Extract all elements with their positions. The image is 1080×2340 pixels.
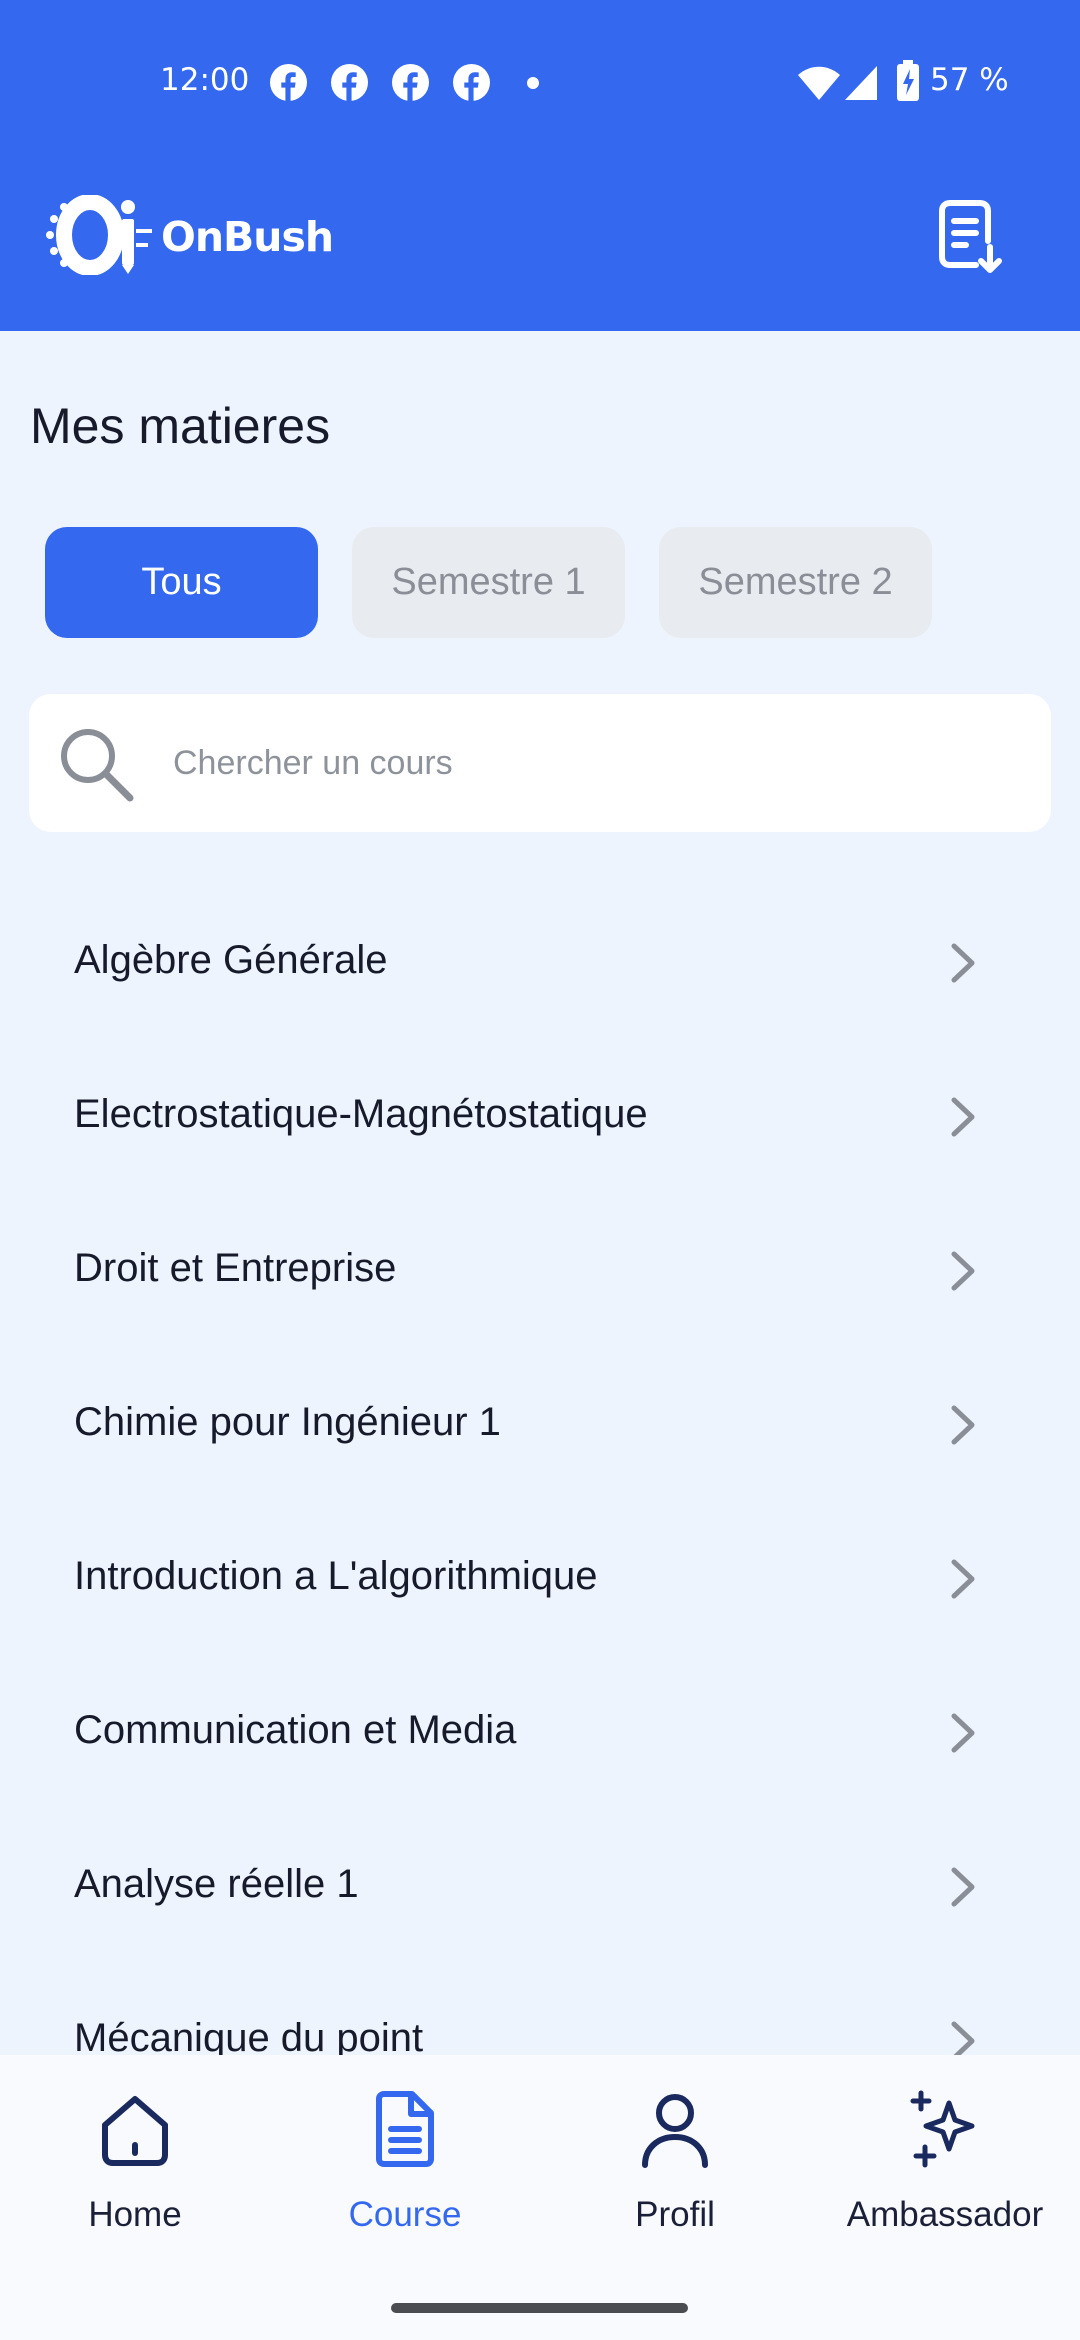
chevron-right-icon <box>951 1405 975 1445</box>
page-title: Mes matieres <box>30 398 331 454</box>
search-input[interactable] <box>171 694 1011 832</box>
nav-home[interactable]: Home <box>0 2055 270 2285</box>
chevron-right-icon <box>951 1559 975 1599</box>
search-icon <box>61 729 134 802</box>
battery-percentage: 57 % <box>930 62 1009 98</box>
course-label: Introduction a L'algorithmique <box>74 1554 598 1598</box>
course-item[interactable]: Chimie pour Ingénieur 1 <box>0 1350 1080 1504</box>
tab-semestre-1[interactable]: Semestre 1 <box>352 527 625 638</box>
tab-tous[interactable]: Tous <box>45 527 318 638</box>
user-icon <box>642 2094 708 2168</box>
notification-dot-icon <box>527 77 539 89</box>
course-item[interactable]: Communication et Media <box>0 1658 1080 1812</box>
nav-ambassador[interactable]: Ambassador <box>810 2055 1080 2285</box>
status-time: 12:00 <box>160 62 250 98</box>
bottom-navigation: Home Course Profil Ambassador <box>0 2055 1080 2340</box>
tab-semestre-2[interactable]: Semestre 2 <box>659 527 932 638</box>
course-label: Analyse réelle 1 <box>74 1862 359 1906</box>
facebook-icon <box>270 64 307 101</box>
search-box[interactable] <box>29 694 1051 832</box>
course-label: Mécanique du point <box>74 2016 424 2055</box>
chevron-right-icon <box>951 2021 975 2055</box>
sparkles-icon <box>910 2090 975 2168</box>
course-item[interactable]: Algèbre Générale <box>0 888 1080 1042</box>
nav-home-label: Home <box>88 2195 182 2234</box>
course-label: Algèbre Générale <box>74 938 388 982</box>
facebook-icon <box>331 64 368 101</box>
app-logo-text: OnBush <box>161 213 334 261</box>
status-bar: 12:00 57 % <box>0 0 1080 165</box>
home-indicator[interactable] <box>391 2303 688 2313</box>
course-item[interactable]: Introduction a L'algorithmique <box>0 1504 1080 1658</box>
app-bar: OnBush <box>0 165 1080 331</box>
nav-profil[interactable]: Profil <box>540 2055 810 2285</box>
document-download-icon[interactable] <box>936 197 1006 275</box>
course-item[interactable]: Analyse réelle 1 <box>0 1812 1080 1966</box>
chevron-right-icon <box>951 943 975 983</box>
nav-course-label: Course <box>348 2195 462 2234</box>
facebook-icon <box>392 64 429 101</box>
signal-icon <box>845 66 877 100</box>
course-item[interactable]: Droit et Entreprise <box>0 1196 1080 1350</box>
document-icon <box>376 2091 434 2167</box>
nav-course[interactable]: Course <box>270 2055 540 2285</box>
nav-ambassador-label: Ambassador <box>846 2195 1044 2234</box>
course-label: Droit et Entreprise <box>74 1246 397 1290</box>
chevron-right-icon <box>951 1713 975 1753</box>
onbush-logo-icon <box>46 195 152 275</box>
course-label: Communication et Media <box>74 1708 517 1752</box>
main-content: Mes matieres Tous Semestre 1 Semestre 2 … <box>0 331 1080 2055</box>
home-icon <box>102 2096 168 2166</box>
nav-profil-label: Profil <box>635 2195 715 2234</box>
chevron-right-icon <box>951 1251 975 1291</box>
wifi-icon <box>798 66 840 100</box>
course-item[interactable]: Electrostatique-Magnétostatique <box>0 1042 1080 1196</box>
chevron-right-icon <box>951 1867 975 1907</box>
header: 12:00 57 % OnBush <box>0 0 1080 331</box>
facebook-icon <box>453 64 490 101</box>
chevron-right-icon <box>951 1097 975 1137</box>
battery-icon <box>897 60 919 101</box>
course-label: Electrostatique-Magnétostatique <box>74 1092 648 1136</box>
course-label: Chimie pour Ingénieur 1 <box>74 1400 501 1444</box>
course-item[interactable]: Mécanique du point <box>0 1966 1080 2055</box>
